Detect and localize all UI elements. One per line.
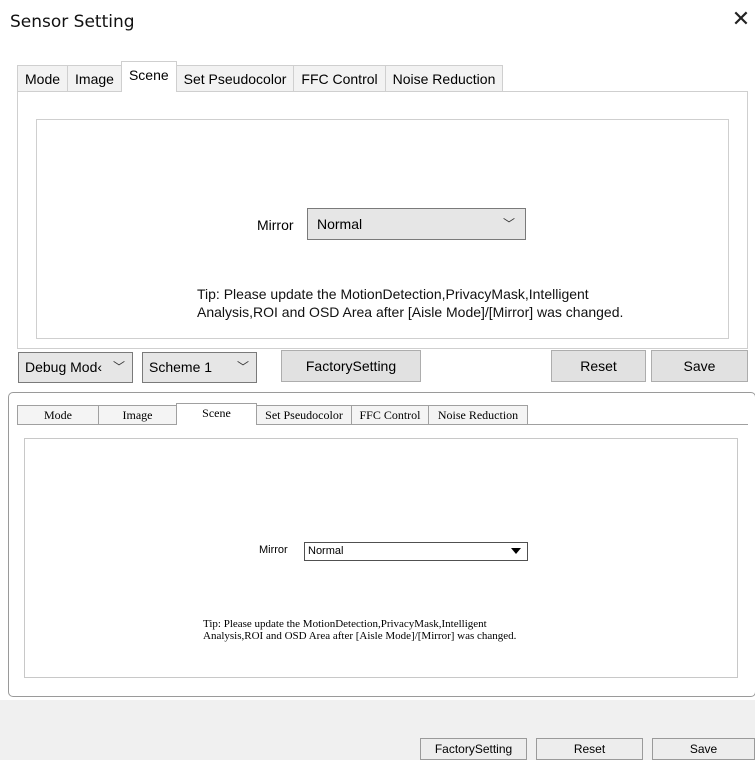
classic-tab-noise-reduction[interactable]: Noise Reduction (428, 405, 528, 425)
classic-tab-scene[interactable]: Scene (176, 403, 257, 425)
save-button[interactable]: Save (651, 350, 748, 382)
factory-setting-button[interactable]: FactorySetting (281, 350, 421, 382)
debug-mode-value: Debug Mod‹ (25, 359, 103, 375)
dialog-title: Sensor Setting (10, 12, 135, 32)
chevron-down-icon: ﹀ (236, 360, 249, 374)
tab-scene[interactable]: Scene (120, 61, 177, 92)
classic-tab-ffc-control[interactable]: FFC Control (351, 405, 429, 425)
classic-tip-line-1: Tip: Please update the MotionDetection,P… (203, 618, 487, 630)
mirror-select[interactable]: Normal ﹀ (307, 208, 526, 240)
tab-set-pseudocolor[interactable]: Set Pseudocolor (175, 65, 295, 92)
tab-ffc-control[interactable]: FFC Control (293, 65, 386, 92)
classic-tip-text: Tip: Please update the MotionDetection,P… (203, 618, 516, 642)
classic-tip-line-2: Analysis,ROI and OSD Area after [Aisle M… (203, 630, 517, 642)
tab-bar: Mode Image Scene Set Pseudocolor FFC Con… (17, 61, 504, 92)
tab-mode[interactable]: Mode (17, 65, 69, 92)
tip-text: Tip: Please update the MotionDetection,P… (197, 285, 623, 321)
debug-mode-select[interactable]: Debug Mod‹ ﹀ (18, 352, 133, 383)
tip-line-2: Analysis,ROI and OSD Area after [Aisle M… (197, 304, 624, 320)
classic-mirror-select[interactable]: Normal (304, 542, 528, 561)
classic-reset-button[interactable]: Reset (536, 738, 643, 760)
scheme-value: Scheme 1 (149, 359, 213, 375)
classic-mirror-label: Mirror (259, 544, 288, 556)
tab-noise-reduction[interactable]: Noise Reduction (384, 65, 504, 92)
chevron-down-icon: ﹀ (112, 360, 125, 374)
classic-factory-setting-button[interactable]: FactorySetting (420, 738, 527, 760)
classic-tab-image[interactable]: Image (98, 405, 177, 425)
mirror-label: Mirror (257, 217, 294, 233)
classic-mirror-select-value: Normal (308, 545, 344, 557)
tab-image[interactable]: Image (67, 65, 122, 92)
classic-tab-mode[interactable]: Mode (17, 405, 99, 425)
mirror-select-value: Normal (317, 216, 363, 232)
reset-button[interactable]: Reset (551, 350, 646, 382)
classic-tab-set-pseudocolor[interactable]: Set Pseudocolor (256, 405, 352, 425)
tip-line-1: Tip: Please update the MotionDetection,P… (197, 286, 589, 302)
triangle-down-icon (511, 548, 521, 554)
scheme-select[interactable]: Scheme 1 ﹀ (142, 352, 257, 383)
close-icon[interactable]: ✕ (731, 9, 751, 32)
classic-save-button[interactable]: Save (652, 738, 755, 760)
classic-tab-bar: Mode Image Scene Set Pseudocolor FFC Con… (17, 403, 528, 425)
chevron-down-icon: ﹀ (502, 217, 515, 231)
